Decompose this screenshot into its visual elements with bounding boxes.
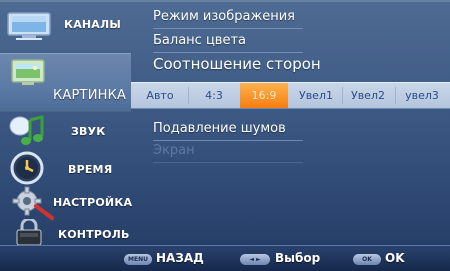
option-auto[interactable]: Авто bbox=[139, 83, 181, 108]
sidebar-item-label: КАНАЛЫ bbox=[64, 18, 121, 31]
sidebar-item-time[interactable]: ВРЕМЯ bbox=[0, 150, 131, 187]
menu-button-icon[interactable]: MENU bbox=[124, 254, 152, 265]
option-separator bbox=[188, 87, 189, 104]
aspect-ratio-options: Авто 4:3 16:9 Увел1 Увел2 увел3 bbox=[131, 82, 450, 109]
divider bbox=[153, 140, 303, 141]
picture-icon bbox=[8, 56, 50, 96]
button-hint-bar: MENU НАЗАД ◄ ► Выбор OK OK bbox=[0, 245, 450, 271]
sidebar-item-label: ЗВУК bbox=[71, 125, 106, 138]
option-zoom3[interactable]: увел3 bbox=[398, 83, 446, 108]
sidebar-item-label: КОНТРОЛЬ bbox=[58, 228, 130, 241]
tv-icon bbox=[6, 10, 54, 46]
ok-button-icon[interactable]: OK bbox=[353, 254, 381, 265]
option-separator bbox=[395, 87, 396, 104]
sidebar-item-label: КАРТИНКА bbox=[53, 88, 127, 103]
back-label: НАЗАД bbox=[156, 251, 204, 265]
left-right-arrows-icon[interactable]: ◄ ► bbox=[240, 254, 270, 265]
sidebar-item-label: НАСТРОЙКА bbox=[53, 196, 133, 209]
option-zoom2[interactable]: Увел2 bbox=[345, 83, 391, 108]
menu-item-color-balance[interactable]: Баланс цвета bbox=[153, 32, 303, 50]
sidebar-item-picture[interactable]: КАРТИНКА bbox=[0, 53, 131, 112]
sidebar-item-setup[interactable]: НАСТРОЙКА bbox=[0, 186, 133, 220]
sidebar-item-channels[interactable]: КАНАЛЫ bbox=[0, 0, 131, 52]
option-16-9-selected[interactable]: 16:9 bbox=[240, 83, 288, 108]
menu-item-screen: Экран bbox=[153, 143, 195, 158]
divider bbox=[153, 52, 303, 53]
option-4-3[interactable]: 4:3 bbox=[194, 83, 234, 108]
menu-item-picture-mode[interactable]: Режим изображения bbox=[153, 8, 303, 26]
option-zoom1[interactable]: Увел1 bbox=[294, 83, 338, 108]
select-label: Выбор bbox=[275, 251, 321, 265]
tv-menu-screen: КАНАЛЫ КАРТИНКА ЗВУК ВРЕМЯ НАСТРОЙКА КОН… bbox=[0, 0, 450, 271]
music-note-icon bbox=[8, 114, 48, 152]
sidebar-item-label: ВРЕМЯ bbox=[68, 163, 113, 176]
ok-label: OK bbox=[385, 251, 405, 265]
menu-item-noise-reduction[interactable]: Подавление шумов bbox=[153, 120, 303, 138]
clock-icon bbox=[10, 151, 46, 189]
sidebar-item-sound[interactable]: ЗВУК bbox=[0, 112, 131, 149]
divider bbox=[153, 162, 303, 163]
menu-item-aspect-ratio[interactable]: Соотношение сторон bbox=[153, 55, 321, 73]
sidebar: КАНАЛЫ КАРТИНКА ЗВУК ВРЕМЯ НАСТРОЙКА КОН… bbox=[0, 0, 133, 246]
option-separator bbox=[342, 87, 343, 104]
divider bbox=[153, 28, 303, 29]
sidebar-item-control[interactable]: КОНТРОЛЬ bbox=[0, 217, 131, 246]
